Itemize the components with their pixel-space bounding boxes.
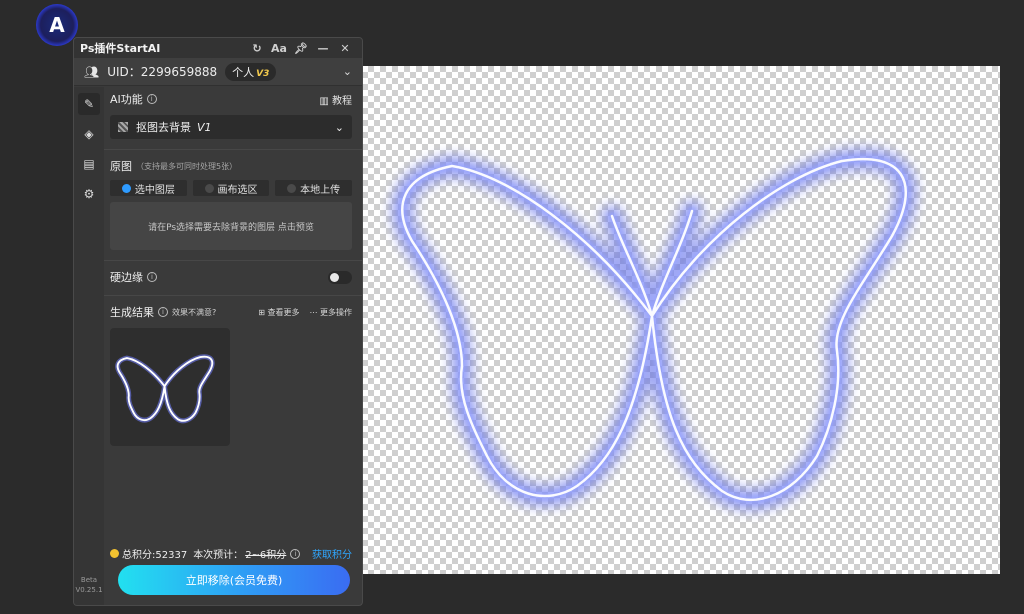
total-points: 总积分:52337: [122, 550, 188, 561]
sidebar: ✎ ◈ ▤ ⚙ Beta V0.25.1: [74, 87, 104, 605]
view-more-label: 查看更多: [267, 307, 300, 317]
gear-icon[interactable]: ⚙: [78, 183, 100, 205]
ai-function-label: AI功能: [110, 93, 143, 106]
estimate-value: 2~6积分: [245, 550, 287, 561]
divider: [104, 295, 362, 296]
ellipsis-icon: ⋯: [309, 307, 318, 317]
title-bar[interactable]: Ps插件StartAI ↻ Aa 📌︎ — ✕: [74, 38, 362, 58]
info-icon[interactable]: i: [146, 94, 157, 104]
grid-icon: ⊞: [258, 307, 265, 317]
remove-background-button[interactable]: 立即移除(会员免费): [118, 565, 350, 595]
plugin-panel: Ps插件StartAI ↻ Aa 📌︎ — ✕ 👥︎ UID：229965988…: [73, 37, 363, 606]
beta-label: Beta: [80, 576, 98, 584]
option-label: 画布选区: [217, 184, 258, 196]
document-canvas[interactable]: [362, 66, 1000, 574]
source-note: （支持最多可同时处理5张）: [136, 161, 238, 171]
option-label: 本地上传: [300, 184, 341, 196]
source-label: 原图: [110, 160, 132, 173]
view-more-button[interactable]: ⊞ 查看更多: [258, 307, 299, 318]
source-hint: 请在Ps选择需要去除背景的图层 点击预览: [148, 222, 314, 233]
source-option-selected-layer[interactable]: 选中图层: [110, 180, 187, 196]
info-icon[interactable]: i: [290, 548, 301, 559]
result-butterfly-image: [115, 354, 215, 424]
divider: [104, 260, 362, 261]
version-label: V0.25.1: [75, 586, 103, 594]
source-preview-area[interactable]: 请在Ps选择需要去除背景的图层 点击预览: [110, 202, 352, 250]
book-icon: ▥: [319, 95, 329, 107]
pen-icon[interactable]: ✎: [78, 93, 100, 115]
plan-badge: 个人 V3: [225, 62, 277, 81]
pin-icon[interactable]: 📌︎: [290, 42, 312, 55]
app-logo[interactable]: A: [36, 4, 78, 46]
plan-name: 个人: [232, 65, 255, 79]
more-actions-button[interactable]: ⋯ 更多操作: [309, 307, 352, 318]
layers-icon[interactable]: ◈: [78, 123, 100, 145]
info-icon[interactable]: i: [147, 272, 157, 282]
version-info: Beta V0.25.1: [74, 575, 104, 595]
divider: [104, 149, 362, 150]
ai-function-select[interactable]: 抠图去背景 V1 ⌄: [110, 115, 352, 139]
close-icon[interactable]: ✕: [334, 42, 356, 55]
result-thumbnail[interactable]: [110, 328, 230, 446]
minimize-icon[interactable]: —: [312, 42, 334, 55]
remove-button-label: 立即移除(会员免费): [185, 574, 283, 587]
plan-version: V3: [256, 68, 270, 79]
points-bar: 总积分:52337 本次预计： 2~6积分 i 获取积分: [110, 546, 352, 561]
info-icon[interactable]: i: [158, 307, 168, 317]
source-option-local-upload[interactable]: 本地上传: [275, 180, 353, 196]
chevron-down-icon: ⌄: [334, 120, 344, 134]
hatch-icon: [118, 122, 128, 132]
coin-icon: [110, 549, 119, 558]
radio-unchecked-icon: [204, 183, 214, 193]
option-label: 选中图层: [134, 184, 175, 196]
selected-function-version: V1: [197, 120, 212, 134]
source-option-canvas-selection[interactable]: 画布选区: [192, 180, 270, 196]
chevron-down-icon[interactable]: ⌄: [343, 65, 352, 78]
refresh-icon[interactable]: ↻: [246, 42, 268, 55]
radio-unchecked-icon: [287, 183, 297, 193]
user-id: UID：2299659888: [107, 65, 218, 79]
more-actions-label: 更多操作: [320, 307, 352, 317]
radio-checked-icon: [121, 183, 131, 193]
result-label: 生成结果: [110, 306, 154, 319]
unsatisfied-link[interactable]: 效果不满意?: [172, 307, 216, 318]
hard-edge-toggle[interactable]: [328, 270, 352, 284]
get-points-link[interactable]: 获取积分: [312, 546, 352, 561]
tutorial-link[interactable]: ▥ 教程: [319, 92, 352, 107]
butterfly-outline-image: [391, 148, 917, 511]
selected-function: 抠图去背景: [136, 121, 191, 134]
users-icon: 👥︎: [84, 64, 100, 79]
estimate-label: 本次预计：: [193, 550, 244, 561]
hard-edge-label: 硬边缘: [110, 271, 143, 284]
tutorial-label: 教程: [332, 95, 352, 107]
font-size-icon[interactable]: Aa: [268, 42, 290, 55]
user-bar[interactable]: 👥︎ UID：2299659888 个人 V3 ⌄: [74, 58, 362, 86]
source-options: 选中图层 画布选区 本地上传: [110, 180, 353, 196]
panel-title: Ps插件StartAI: [80, 42, 161, 55]
save-icon[interactable]: ▤: [78, 153, 100, 175]
